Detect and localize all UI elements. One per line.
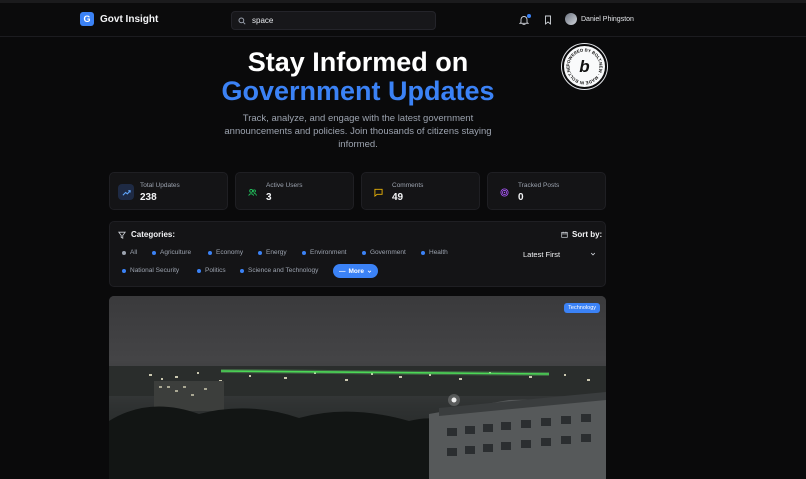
category-chip-label: Politics — [205, 267, 226, 274]
target-icon — [496, 184, 512, 200]
category-chip-politics[interactable]: Politics — [197, 267, 226, 274]
stat-label: Tracked Posts — [518, 182, 560, 189]
avatar — [565, 13, 577, 25]
stat-label: Total Updates — [140, 182, 180, 189]
category-dot — [152, 250, 156, 255]
category-chip-government[interactable]: Government — [362, 249, 406, 256]
category-chip-economy[interactable]: Economy — [208, 249, 243, 256]
brand-name: Govt Insight — [100, 13, 159, 25]
category-chip-label: Environment — [310, 249, 347, 256]
hero-title-line2: Government Updates — [221, 76, 495, 106]
more-dash-icon: — — [338, 267, 346, 275]
category-dot — [240, 268, 244, 273]
search-input[interactable] — [252, 16, 422, 25]
stat-value: 238 — [140, 192, 157, 203]
trending-up-icon — [118, 184, 134, 200]
sort-label: Sort by: — [572, 230, 603, 239]
category-dot — [258, 250, 262, 255]
featured-post-image — [109, 296, 606, 479]
hero-title-line1: Stay Informed on — [247, 47, 469, 77]
more-label: More — [348, 267, 365, 275]
stat-value: 0 — [518, 192, 524, 203]
sort-select[interactable]: Latest First — [517, 246, 602, 262]
category-chip-label: Energy — [266, 249, 287, 256]
category-chip-all[interactable]: All — [122, 249, 137, 256]
category-chip-label: National Security — [130, 267, 180, 274]
user-menu[interactable]: Daniel Phingston — [565, 13, 634, 25]
chevron-down-icon — [590, 252, 596, 256]
users-icon — [244, 184, 260, 200]
category-chip-national-security[interactable]: National Security — [122, 267, 179, 274]
brand-logo[interactable]: G Govt Insight — [80, 12, 158, 26]
category-chip-health[interactable]: Health — [421, 249, 448, 256]
category-dot — [208, 250, 212, 255]
category-chip-agriculture[interactable]: Agriculture — [152, 249, 191, 256]
bookmark-icon[interactable] — [543, 15, 553, 25]
more-categories-button[interactable]: — More — [333, 264, 378, 278]
stat-card-comments: Comments 49 — [361, 172, 480, 210]
stat-card-tracked-posts: Tracked Posts 0 — [487, 172, 606, 210]
categories-heading: Categories: — [118, 230, 175, 239]
hero-subtitle: Track, analyze, and engage with the late… — [224, 113, 492, 150]
category-dot — [421, 250, 425, 255]
brand-mark-icon: G — [80, 12, 94, 26]
stat-card-active-users: Active Users 3 — [235, 172, 354, 210]
sort-heading: Sort by: — [561, 230, 602, 239]
category-chip-label: Economy — [216, 249, 244, 256]
message-icon — [370, 184, 386, 200]
category-tag[interactable]: Technology — [564, 303, 600, 313]
category-dot — [197, 268, 201, 273]
calendar-icon — [561, 231, 568, 238]
stat-label: Active Users — [266, 182, 303, 189]
stat-card-total-updates: Total Updates 238 — [109, 172, 228, 210]
sort-value: Latest First — [523, 249, 561, 259]
category-chip-label: Science and Technology — [248, 267, 319, 274]
search-icon — [238, 16, 246, 25]
user-name: Daniel Phingston — [581, 15, 634, 23]
category-chip-label: Agriculture — [160, 249, 192, 256]
category-dot — [122, 250, 126, 255]
category-chip-label: All — [130, 249, 138, 256]
chevron-down-icon — [367, 269, 372, 273]
stat-value: 49 — [392, 192, 404, 203]
category-dot — [302, 250, 306, 255]
notification-dot — [527, 14, 531, 18]
stat-value: 3 — [266, 192, 272, 203]
categories-label: Categories: — [131, 230, 176, 239]
featured-post-card[interactable]: Technology — [109, 296, 606, 479]
search-bar[interactable] — [231, 11, 436, 30]
category-chip-label: Government — [370, 249, 406, 256]
stat-label: Comments — [392, 182, 424, 189]
filter-panel: Categories: All Agriculture Economy Ener… — [109, 221, 606, 287]
category-chip-energy[interactable]: Energy — [258, 249, 287, 256]
category-chip-label: Health — [429, 249, 448, 256]
category-chip-environment[interactable]: Environment — [302, 249, 347, 256]
filter-icon — [118, 231, 126, 239]
category-dot — [362, 250, 366, 255]
top-navbar: G Govt Insight Daniel Phingston — [0, 3, 806, 37]
category-dot — [122, 268, 126, 273]
category-chip-science-and-technology[interactable]: Science and Technology — [240, 267, 318, 274]
